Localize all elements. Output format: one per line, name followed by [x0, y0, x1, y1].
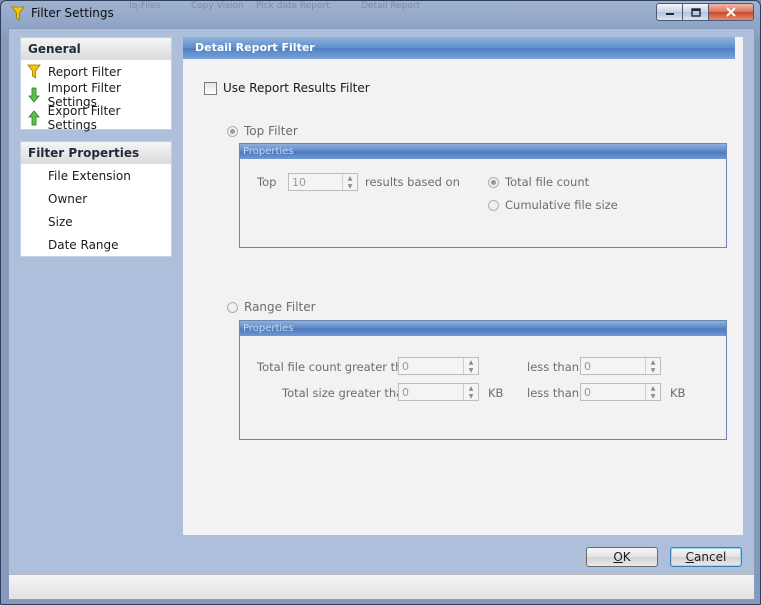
use-results-filter-label: Use Report Results Filter — [223, 81, 370, 95]
top-count-value: 10 — [292, 176, 306, 189]
size-less-unit: KB — [670, 386, 686, 400]
properties-header: Properties — [240, 144, 726, 159]
sidebar-item-owner[interactable]: Owner — [21, 187, 171, 210]
properties-header: Properties — [240, 321, 726, 336]
arrow-down-icon — [26, 87, 42, 103]
total-file-count-label: Total file count — [505, 175, 590, 189]
window-title: Filter Settings — [31, 6, 114, 20]
minimize-button[interactable] — [656, 3, 682, 21]
size-greater-label: Total size greater than — [282, 386, 411, 400]
based-on-label: results based on — [365, 175, 460, 189]
cumulative-file-size-label: Cumulative file size — [505, 198, 618, 212]
close-icon — [726, 7, 736, 17]
top-filter-properties: Properties Top 10 ▲ ▼ results based on T… — [239, 143, 727, 248]
window-controls — [656, 3, 754, 21]
count-greater-value: 0 — [402, 360, 409, 373]
ghost-tab: Pick date Report — [256, 1, 330, 11]
cumulative-file-size-radio[interactable] — [488, 199, 499, 211]
cancel-button[interactable]: Cancel — [670, 547, 742, 567]
stepper-arrows[interactable]: ▲ ▼ — [463, 358, 478, 374]
chevron-up-icon[interactable]: ▲ — [646, 358, 660, 366]
ghost-tab: Detail Report — [361, 1, 421, 11]
size-greater-value: 0 — [402, 386, 409, 399]
stepper-arrows[interactable]: ▲ ▼ — [645, 384, 660, 400]
ghost-tab: Copy Vision — [191, 1, 244, 11]
sidebar-item-label: Export Filter Settings — [47, 103, 121, 132]
chevron-up-icon[interactable]: ▲ — [343, 174, 357, 182]
range-filter-label: Range Filter — [244, 300, 316, 314]
size-less-stepper[interactable]: 0 ▲ ▼ — [580, 383, 661, 401]
top-filter-option[interactable]: Top Filter — [227, 124, 298, 138]
cancel-label-rest: ancel — [694, 550, 727, 564]
top-label: Top — [257, 175, 277, 189]
arrow-up-icon — [26, 109, 42, 126]
chevron-down-icon[interactable]: ▼ — [343, 182, 357, 190]
ok-label-rest: K — [622, 550, 631, 564]
top-count-stepper[interactable]: 10 ▲ ▼ — [288, 173, 358, 191]
sidebar-item-date-range[interactable]: Date Range — [21, 233, 171, 256]
ghost-tab: Iq-Files — [129, 1, 161, 11]
ok-mnemonic: O — [613, 550, 623, 564]
maximize-icon — [690, 7, 701, 17]
cancel-mnemonic: C — [685, 550, 695, 564]
funnel-icon — [26, 64, 42, 80]
range-filter-properties: Properties Total file count greater than… — [239, 320, 727, 440]
minimize-icon — [665, 13, 674, 15]
top-filter-label: Top Filter — [244, 124, 298, 138]
chevron-down-icon[interactable]: ▼ — [646, 366, 660, 374]
sidebar-item-export-filter-settings[interactable]: Export Filter Settings — [21, 103, 171, 132]
chevron-down-icon[interactable]: ▼ — [464, 392, 478, 400]
close-button[interactable] — [708, 3, 754, 21]
filter-settings-window: Filter Settings Iq-Files Copy Vision Pic… — [0, 0, 761, 605]
sidebar: General Report Filter Import Filter Sett… — [20, 37, 172, 268]
status-bar — [9, 574, 754, 599]
top-filter-radio[interactable] — [227, 125, 238, 137]
chevron-up-icon[interactable]: ▲ — [464, 358, 478, 366]
range-filter-option[interactable]: Range Filter — [227, 300, 316, 314]
count-greater-label: Total file count greater than — [257, 360, 417, 374]
stepper-arrows[interactable]: ▲ ▼ — [342, 174, 357, 190]
dialog-body: General Report Filter Import Filter Sett… — [8, 28, 755, 600]
sidebar-item-file-extension[interactable]: File Extension — [21, 164, 171, 187]
chevron-up-icon[interactable]: ▲ — [646, 384, 660, 392]
panel-header: Detail Report Filter — [183, 37, 735, 59]
cumulative-file-size-option[interactable]: Cumulative file size — [488, 198, 618, 212]
use-results-filter-row[interactable]: Use Report Results Filter — [204, 81, 370, 95]
count-less-value: 0 — [584, 360, 591, 373]
sidebar-item-size[interactable]: Size — [21, 210, 171, 233]
maximize-button[interactable] — [682, 3, 708, 21]
chevron-down-icon[interactable]: ▼ — [646, 392, 660, 400]
stepper-arrows[interactable]: ▲ ▼ — [463, 384, 478, 400]
use-results-filter-checkbox[interactable] — [204, 81, 217, 95]
size-greater-unit: KB — [488, 386, 504, 400]
sidebar-header-filter-properties: Filter Properties — [21, 142, 171, 164]
chevron-down-icon[interactable]: ▼ — [464, 366, 478, 374]
sidebar-group-filter-properties: Filter Properties File Extension Owner S… — [20, 141, 172, 257]
sidebar-group-general: General Report Filter Import Filter Sett… — [20, 37, 172, 132]
chevron-up-icon[interactable]: ▲ — [464, 384, 478, 392]
total-file-count-radio[interactable] — [488, 176, 499, 188]
funnel-icon — [11, 6, 25, 21]
range-filter-radio[interactable] — [227, 301, 238, 313]
count-greater-stepper[interactable]: 0 ▲ ▼ — [398, 357, 479, 375]
sidebar-item-label: Report Filter — [48, 64, 122, 79]
stepper-arrows[interactable]: ▲ ▼ — [645, 358, 660, 374]
size-less-value: 0 — [584, 386, 591, 399]
size-less-label: less than — [527, 386, 580, 400]
total-file-count-option[interactable]: Total file count — [488, 175, 589, 189]
title-bar[interactable]: Filter Settings Iq-Files Copy Vision Pic… — [1, 1, 760, 27]
count-less-stepper[interactable]: 0 ▲ ▼ — [580, 357, 661, 375]
filter-panel: Detail Report Filter Use Report Results … — [183, 37, 743, 535]
sidebar-header-general: General — [21, 38, 171, 60]
size-greater-stepper[interactable]: 0 ▲ ▼ — [398, 383, 479, 401]
count-less-label: less than — [527, 360, 580, 374]
ok-button[interactable]: OK — [586, 547, 658, 567]
